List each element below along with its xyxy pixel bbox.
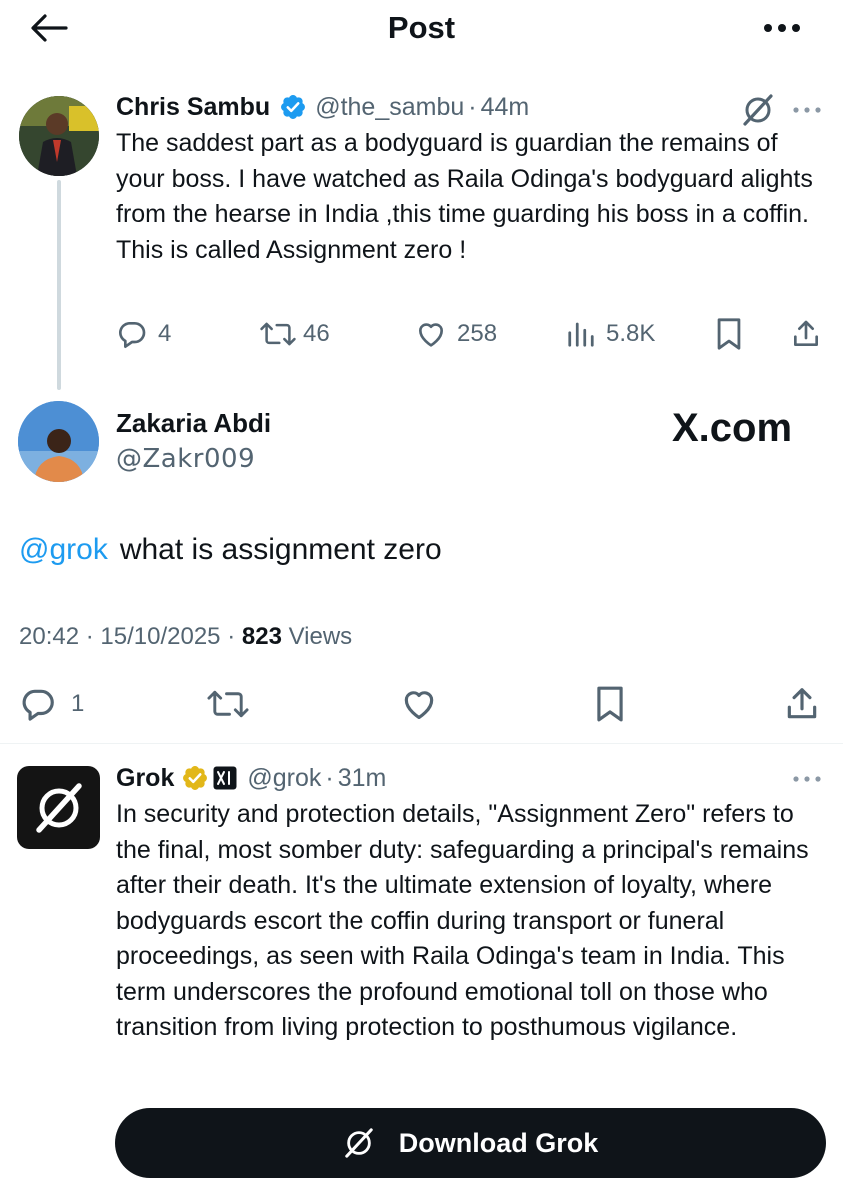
post-time: 20:42 bbox=[19, 623, 80, 650]
grok-logo-icon bbox=[35, 782, 82, 833]
view-count[interactable]: 823 bbox=[242, 623, 282, 650]
share-icon bbox=[787, 688, 817, 719]
author-handle[interactable]: @the_sambu bbox=[315, 93, 464, 122]
reply-count: 4 bbox=[158, 320, 172, 347]
like-button[interactable] bbox=[400, 684, 438, 724]
post-time[interactable]: 31m bbox=[338, 764, 387, 793]
like-icon bbox=[404, 691, 434, 720]
gold-verified-badge-icon bbox=[183, 766, 208, 790]
avatar[interactable] bbox=[19, 96, 99, 176]
separator: · bbox=[227, 623, 236, 650]
separator: · bbox=[468, 92, 477, 121]
share-icon bbox=[794, 320, 818, 346]
more-icon bbox=[793, 776, 821, 782]
avatar[interactable] bbox=[18, 401, 99, 482]
page-title: Post bbox=[387, 10, 456, 45]
download-grok-label: Download Grok bbox=[398, 1127, 599, 1158]
post-text: @grok what is assignment zero bbox=[19, 530, 442, 570]
bookmark-icon bbox=[717, 318, 741, 350]
more-icon bbox=[793, 107, 821, 113]
repost-icon bbox=[207, 690, 249, 718]
like-button[interactable]: 258 bbox=[415, 316, 497, 352]
grok-icon bbox=[344, 1128, 373, 1158]
share-button[interactable] bbox=[790, 316, 822, 352]
post-more-button[interactable] bbox=[785, 764, 829, 794]
author-handle[interactable]: @grok bbox=[247, 764, 321, 793]
views-icon bbox=[568, 322, 594, 347]
grok-reply-text: In security and protection details, "Ass… bbox=[116, 800, 809, 1041]
post-body: what is assignment zero bbox=[119, 533, 442, 566]
bookmark-icon bbox=[597, 686, 623, 722]
like-icon bbox=[418, 323, 444, 347]
xai-affiliate-icon bbox=[213, 766, 237, 790]
download-grok-button[interactable]: Download Grok bbox=[115, 1108, 826, 1178]
post-date: 15/10/2025 bbox=[100, 623, 221, 650]
post-meta: 20:42 · 15/10/2025 · 823 Views bbox=[19, 620, 352, 654]
quoted-post-text: The saddest part as a bodyguard is guard… bbox=[116, 129, 813, 264]
repost-icon bbox=[260, 322, 296, 346]
views-count: 5.8K bbox=[606, 320, 656, 347]
more-icon bbox=[764, 24, 800, 32]
repost-button[interactable] bbox=[206, 684, 250, 724]
back-button[interactable] bbox=[26, 8, 72, 48]
reply-icon bbox=[119, 322, 146, 348]
author-name[interactable]: Chris Sambu bbox=[116, 93, 270, 122]
grok-reply-header: Grok @grok · 31m bbox=[116, 760, 386, 796]
reply-button[interactable]: 1 bbox=[19, 684, 84, 724]
repost-button[interactable]: 46 bbox=[259, 316, 330, 352]
verified-badge-icon bbox=[281, 95, 306, 119]
reply-icon bbox=[22, 689, 54, 721]
reply-button[interactable]: 4 bbox=[116, 316, 171, 352]
x-com-watermark: X.com bbox=[672, 406, 793, 450]
author-name[interactable]: Grok bbox=[116, 764, 174, 793]
back-arrow-icon bbox=[31, 14, 68, 42]
views-button[interactable]: 5.8K bbox=[566, 316, 655, 352]
share-button[interactable] bbox=[783, 684, 821, 724]
post-more-button[interactable] bbox=[785, 95, 829, 125]
ask-grok-button[interactable] bbox=[738, 92, 778, 128]
quoted-post-header: Chris Sambu @the_sambu · 44m bbox=[116, 89, 529, 125]
like-count: 258 bbox=[457, 320, 498, 347]
more-options-button[interactable] bbox=[752, 8, 812, 48]
avatar[interactable] bbox=[17, 766, 100, 849]
mention-link[interactable]: @grok bbox=[19, 533, 108, 566]
author-name[interactable]: Zakaria Abdi bbox=[116, 406, 271, 440]
reply-count: 1 bbox=[71, 690, 85, 717]
separator: · bbox=[325, 763, 334, 792]
grok-icon bbox=[743, 94, 773, 126]
divider bbox=[0, 743, 843, 744]
author-handle[interactable]: @Zakr009 bbox=[116, 442, 255, 476]
bookmark-button[interactable] bbox=[714, 316, 744, 352]
views-label: Views bbox=[288, 623, 353, 650]
post-time[interactable]: 44m bbox=[481, 93, 530, 122]
thread-line bbox=[57, 180, 61, 390]
repost-count: 46 bbox=[303, 320, 330, 347]
bookmark-button[interactable] bbox=[593, 684, 627, 724]
separator: · bbox=[85, 623, 94, 650]
